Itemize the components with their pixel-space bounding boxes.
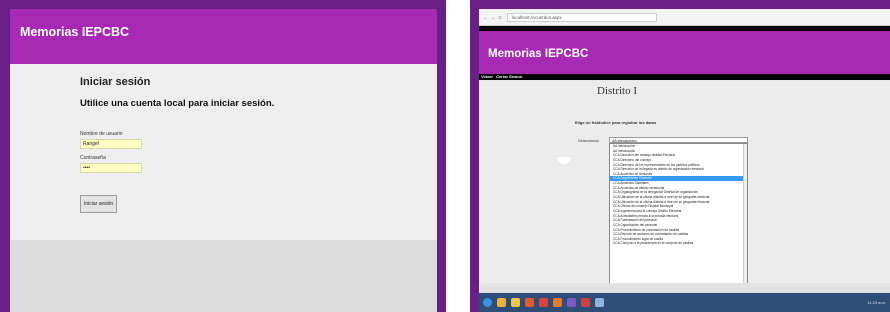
menu-item-cerrar-sesion[interactable]: Cerrar Sesion: [496, 74, 522, 79]
decorative-shape: [557, 157, 571, 164]
login-title: Iniciar sesión: [80, 76, 151, 88]
district-screen: ← → C localhost:/Acuerdos.aspx Memorias …: [479, 9, 890, 312]
paint-icon[interactable]: [595, 298, 604, 307]
address-bar[interactable]: localhost:/Acuerdos.aspx: [506, 12, 657, 22]
login-button[interactable]: Iniciar sesión: [80, 195, 118, 213]
username-label: Nombre de usuario: [80, 131, 123, 137]
media-icon[interactable]: [525, 298, 534, 307]
username-input[interactable]: Rangel: [80, 139, 142, 149]
app-header: Memorias IEPCBC: [10, 9, 437, 64]
windows-taskbar: 11:23 a.m.: [479, 293, 890, 312]
browser-toolbar: ← → C localhost:/Acuerdos.aspx: [479, 9, 890, 26]
chrome-icon[interactable]: [539, 298, 548, 307]
instruction-text: Elige un fraldodice para registrar los d…: [575, 120, 657, 125]
gap: [446, 0, 470, 312]
login-footer: [10, 240, 437, 312]
menu-item-volver[interactable]: Volver: [481, 74, 493, 79]
page-footer: [479, 283, 890, 293]
windows-start-icon[interactable]: [483, 298, 492, 307]
app-title[interactable]: Memorias IEPCBC: [20, 25, 129, 39]
folder-icon[interactable]: [511, 298, 520, 307]
firefox-icon[interactable]: [553, 298, 562, 307]
section-dropdown-list[interactable]: AA Introducción AA Introducción CCA Direcc…: [609, 143, 748, 291]
login-screen: Memorias IEPCBC Iniciar sesión Utilice u…: [10, 9, 437, 312]
district-title: Distrito I: [597, 85, 638, 97]
app-header: Memorias IEPCBC: [479, 31, 890, 74]
right-screenshot-frame: ← → C localhost:/Acuerdos.aspx Memorias …: [470, 0, 890, 312]
dropdown-scrollbar[interactable]: [743, 144, 747, 290]
password-label: Contraseña: [80, 155, 106, 161]
visual-studio-icon[interactable]: [567, 298, 576, 307]
snipping-icon[interactable]: [581, 298, 590, 307]
left-screenshot-frame: Memorias IEPCBC Iniciar sesión Utilice u…: [0, 0, 446, 312]
menu-bar: Volver Cerrar Sesion: [479, 74, 890, 80]
explorer-icon[interactable]: [497, 298, 506, 307]
browser-nav-buttons[interactable]: ← → C: [483, 15, 503, 20]
taskbar-clock: 11:23 a.m.: [867, 300, 886, 305]
password-input[interactable]: ••••: [80, 163, 142, 173]
dropdown-option[interactable]: CCA Cómputo a la presidencia en el cómpu…: [610, 241, 747, 246]
app-title[interactable]: Memorias IEPCBC: [488, 48, 588, 60]
select-label: Seleccionar: [578, 138, 599, 143]
login-subtitle: Utilice una cuenta local para iniciar se…: [80, 98, 275, 109]
login-body: Iniciar sesión Utilice una cuenta local …: [10, 64, 437, 240]
district-main: Distrito I Elige un fraldodice para regi…: [479, 81, 890, 291]
login-form: Iniciar sesión Utilice una cuenta local …: [80, 76, 380, 213]
